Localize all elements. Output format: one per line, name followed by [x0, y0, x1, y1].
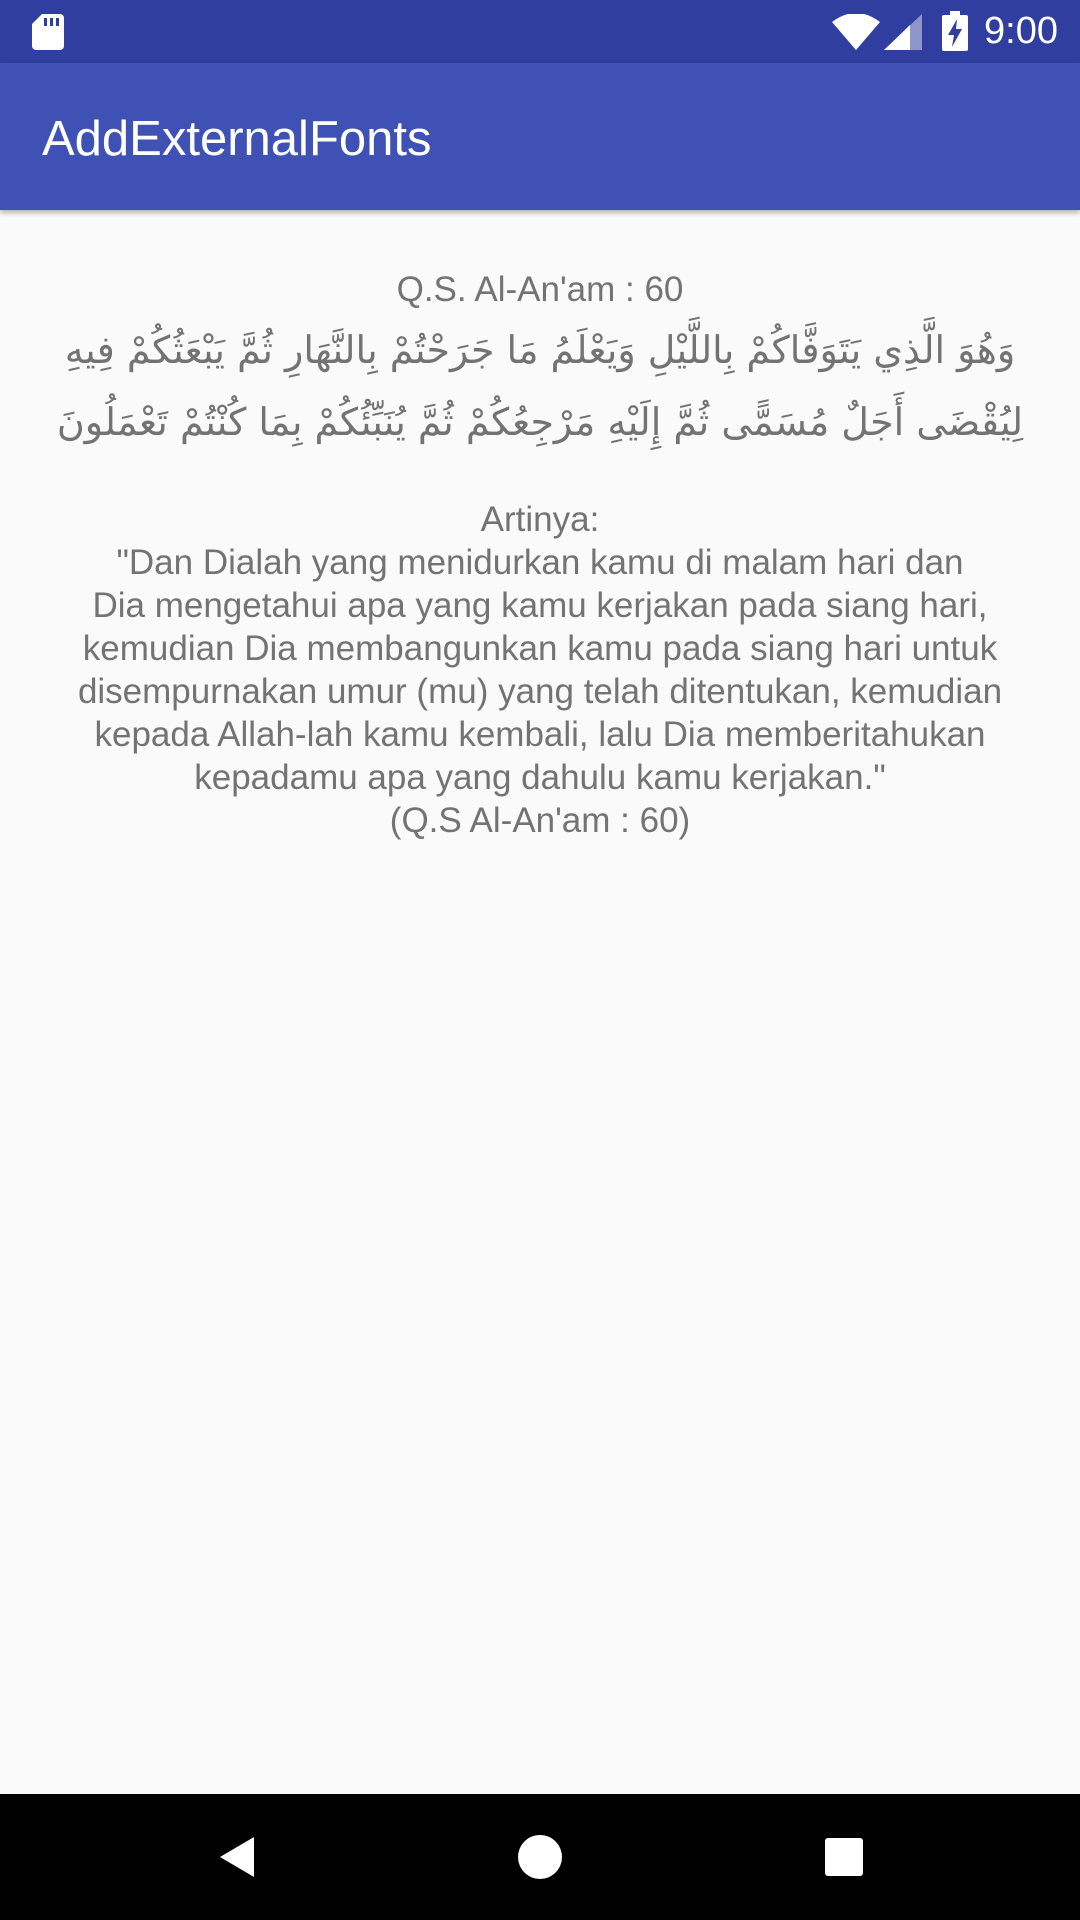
translation-line: kemudian Dia membangunkan kamu pada sian…	[82, 629, 998, 668]
recents-icon[interactable]	[814, 1827, 874, 1887]
arabic-line: لِيُقْضَى أَجَلٌ مُسَمًّى ثُمَّ إِلَيْهِ…	[56, 400, 1024, 444]
navigation-bar	[0, 1794, 1080, 1920]
translation-line: "Dan Dialah yang menidurkan kamu di mala…	[116, 543, 964, 582]
translation-line: disempurnakan umur (mu) yang telah diten…	[77, 672, 1003, 711]
translation-line: kepadamu apa yang dahulu kamu kerjakan."	[194, 758, 886, 797]
wifi-icon	[832, 14, 880, 50]
surah-reference: Q.S. Al-An'am : 60	[396, 270, 684, 309]
signal-icon	[884, 14, 922, 50]
sd-card-icon	[32, 14, 64, 50]
translation-source: (Q.S Al-An'am : 60)	[389, 801, 691, 840]
translation-line: Dia mengetahui apa yang kamu kerjakan pa…	[92, 586, 988, 625]
status-clock: 9:00	[984, 10, 1058, 52]
back-icon[interactable]	[206, 1827, 266, 1887]
arabic-line: وَهُوَ الَّذِي يَتَوَفَّاكُمْ بِاللَّيْل…	[64, 328, 1016, 372]
translation-block: Artinya: "Dan Dialah yang menidurkan kam…	[30, 498, 1050, 842]
status-bar: 9:00	[0, 0, 1080, 63]
arabic-verse: وَهُوَ الَّذِي يَتَوَفَّاكُمْ بِاللَّيْل…	[50, 314, 1030, 458]
app-bar: AddExternalFonts	[0, 63, 1080, 210]
battery-charging-icon	[942, 11, 968, 51]
translation-line: kepada Allah-lah kamu kembali, lalu Dia …	[94, 715, 986, 754]
translation-heading: Artinya:	[480, 500, 600, 539]
home-icon[interactable]	[510, 1827, 570, 1887]
app-title: AddExternalFonts	[42, 112, 432, 166]
